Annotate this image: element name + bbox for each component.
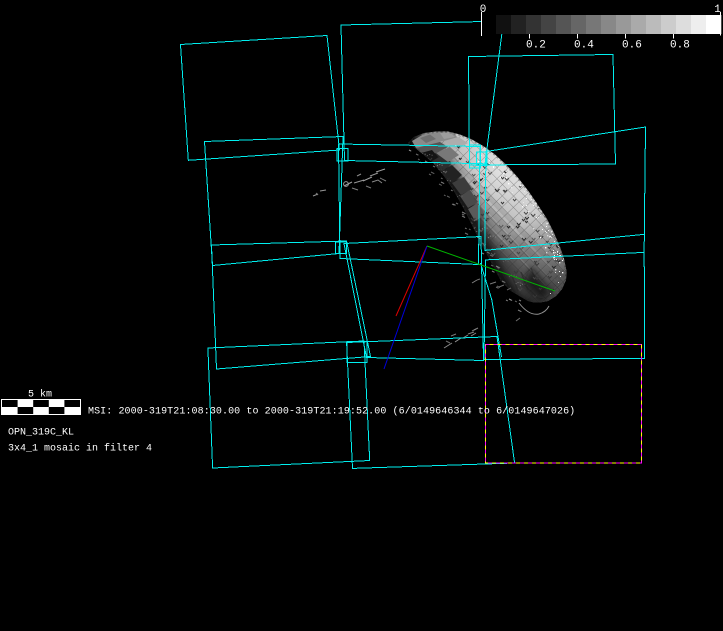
- svg-text:1: 1: [714, 4, 721, 16]
- svg-text:OPN_319C_KL: OPN_319C_KL: [8, 428, 74, 439]
- svg-text:0.8: 0.8: [670, 40, 690, 52]
- svg-text:3x4_1 mosaic in filter 4: 3x4_1 mosaic in filter 4: [8, 443, 152, 455]
- svg-text:0.4: 0.4: [574, 40, 594, 52]
- svg-text:0.2: 0.2: [526, 40, 546, 52]
- svg-text:0.6: 0.6: [622, 40, 642, 52]
- svg-text:5 km: 5 km: [28, 389, 52, 401]
- svg-text:MSI: 2000-319T21:08:30.00 to: MSI: 2000-319T21:08:30.00 to 2000-319T21…: [88, 405, 575, 417]
- svg-text:0: 0: [480, 4, 487, 16]
